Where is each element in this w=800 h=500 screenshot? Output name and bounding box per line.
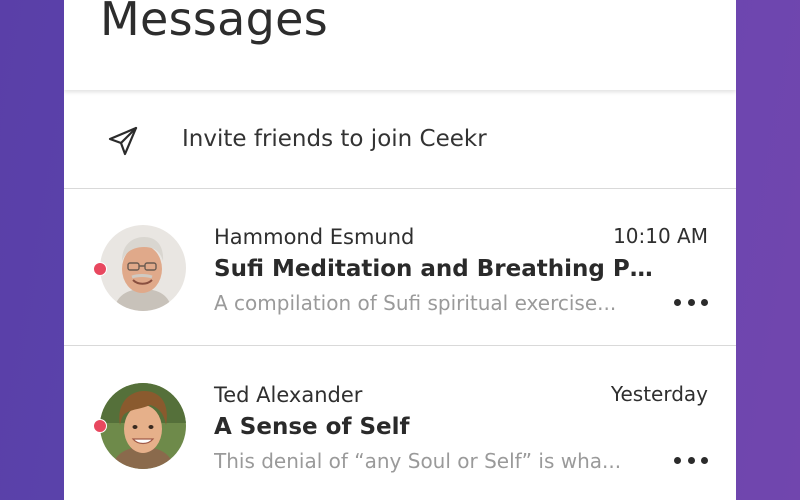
avatar xyxy=(100,225,186,311)
invite-friends-row[interactable]: Invite friends to join Ceekr xyxy=(64,90,736,189)
older-man-avatar-icon xyxy=(100,225,186,311)
message-time: 10:10 AM xyxy=(613,224,708,248)
message-item[interactable]: Hammond Esmund 10:10 AM Sufi Meditation … xyxy=(64,189,736,346)
sender-name: Hammond Esmund xyxy=(214,225,415,249)
message-item[interactable]: Ted Alexander Yesterday A Sense of Self … xyxy=(64,347,736,500)
send-icon xyxy=(108,126,138,156)
more-options-icon[interactable] xyxy=(674,451,708,469)
page-title: Messages xyxy=(100,0,328,46)
more-options-icon[interactable] xyxy=(674,293,708,311)
messages-panel: Messages Invite friends to join Ceekr Ha… xyxy=(64,0,736,500)
young-man-avatar-icon xyxy=(100,383,186,469)
message-time: Yesterday xyxy=(610,382,708,406)
invite-friends-label: Invite friends to join Ceekr xyxy=(182,126,487,152)
message-preview: A compilation of Sufi spiritual exercise… xyxy=(214,291,617,315)
avatar xyxy=(100,383,186,469)
unread-indicator xyxy=(93,419,107,433)
message-subject: A Sense of Self xyxy=(214,414,410,440)
message-subject: Sufi Meditation and Breathing Pra... xyxy=(214,256,654,282)
message-preview: This denial of “any Soul or Self” is wha… xyxy=(214,449,622,473)
sender-name: Ted Alexander xyxy=(214,383,363,407)
unread-indicator xyxy=(93,262,107,276)
header: Messages xyxy=(64,0,736,90)
